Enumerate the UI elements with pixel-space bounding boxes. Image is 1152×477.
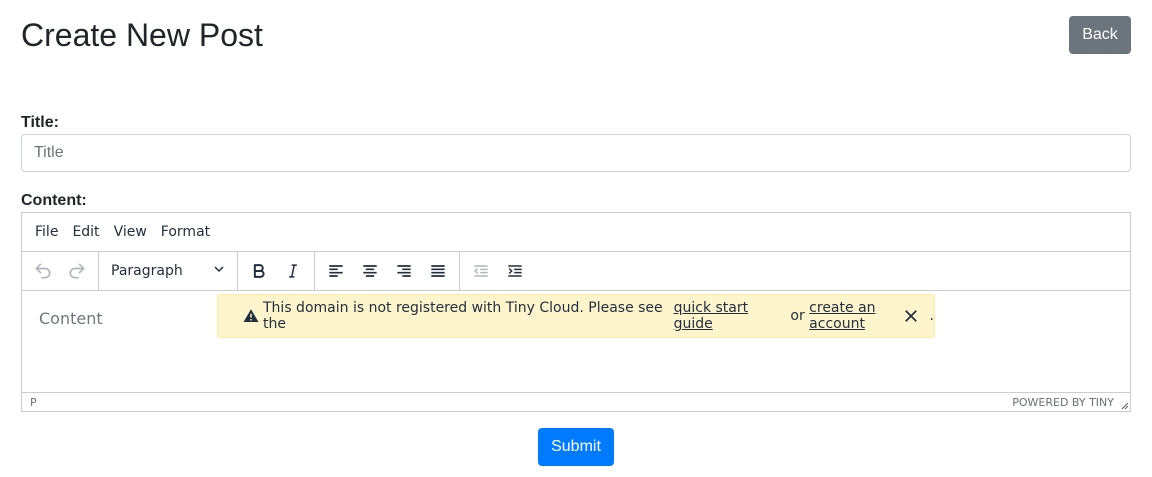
close-icon[interactable]: [902, 307, 920, 325]
align-left-icon[interactable]: [319, 254, 353, 288]
align-center-icon[interactable]: [353, 254, 387, 288]
editor-menubar: File Edit View Format: [22, 213, 1130, 252]
align-right-icon[interactable]: [387, 254, 421, 288]
blocks-group: Paragraph: [99, 251, 238, 291]
redo-icon[interactable]: [60, 254, 94, 288]
title-input[interactable]: [21, 134, 1131, 172]
menu-file[interactable]: File: [28, 213, 65, 252]
content-label: Content:: [21, 192, 87, 209]
block-format-select[interactable]: Paragraph: [103, 254, 233, 288]
indent-icon[interactable]: [498, 254, 532, 288]
format-group: [238, 251, 315, 291]
chevron-down-icon: [213, 263, 225, 279]
tiny-cloud-warning: This domain is not registered with Tiny …: [217, 294, 935, 338]
quick-start-guide-link[interactable]: quick start guide: [674, 300, 786, 332]
undo-icon[interactable]: [26, 254, 60, 288]
notice-text-before: This domain is not registered with Tiny …: [263, 300, 663, 332]
block-format-value: Paragraph: [111, 263, 183, 279]
align-group: [315, 251, 460, 291]
menu-edit[interactable]: Edit: [65, 213, 106, 252]
content-placeholder: Content: [39, 309, 103, 328]
notice-text-after: .: [929, 308, 934, 324]
outdent-icon[interactable]: [464, 254, 498, 288]
history-group: [22, 251, 99, 291]
bold-icon[interactable]: [242, 254, 276, 288]
resize-handle-icon[interactable]: [1119, 400, 1129, 410]
indent-group: [460, 252, 536, 291]
submit-button[interactable]: Submit: [538, 428, 614, 466]
page-title: Create New Post: [21, 17, 263, 53]
warning-icon: [242, 307, 260, 325]
menu-format[interactable]: Format: [154, 213, 217, 252]
align-justify-icon[interactable]: [421, 254, 455, 288]
rich-text-editor: File Edit View Format Paragraph Content …: [21, 212, 1131, 412]
element-path[interactable]: P: [30, 396, 37, 409]
menu-view[interactable]: View: [107, 213, 154, 252]
back-button[interactable]: Back: [1069, 16, 1131, 54]
editor-statusbar: P POWERED BY TINY: [22, 392, 1130, 411]
editor-toolbar: Paragraph: [22, 251, 1130, 291]
powered-by-tiny-link[interactable]: POWERED BY TINY: [1012, 396, 1114, 409]
editor-content-area[interactable]: Content This domain is not registered wi…: [22, 291, 1130, 392]
italic-icon[interactable]: [276, 254, 310, 288]
title-label: Title:: [21, 114, 59, 131]
notice-text-middle: or: [790, 308, 805, 324]
